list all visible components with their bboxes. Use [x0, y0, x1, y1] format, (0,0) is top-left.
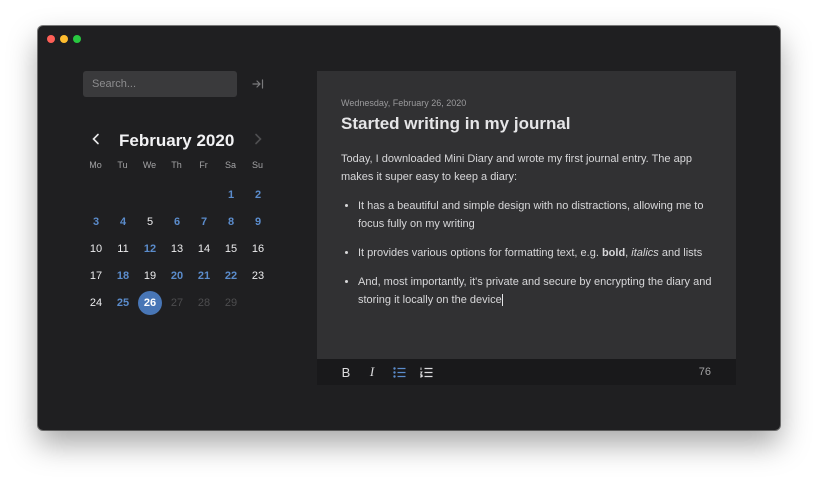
calendar-day: 29 [224, 297, 238, 309]
search-input[interactable] [83, 71, 237, 97]
calendar-day[interactable]: 12 [138, 237, 162, 261]
calendar-day[interactable]: 11 [111, 237, 135, 261]
calendar-day[interactable]: 9 [246, 210, 270, 234]
bullet-item: And, most importantly, it's private and … [358, 273, 713, 309]
calendar-day[interactable]: 1 [219, 183, 243, 207]
weekday-label: Sa [224, 160, 236, 170]
calendar-day[interactable]: 19 [138, 264, 162, 288]
window-controls [47, 35, 81, 43]
bullet-item: It has a beautiful and simple design wit… [358, 197, 713, 233]
editor-panel[interactable]: Wednesday, February 26, 2020 Started wri… [317, 71, 736, 385]
format-toolbar: B I 76 [317, 359, 736, 385]
entry-bullet-list: It has a beautiful and simple design wit… [341, 197, 713, 309]
italic-text: italics [631, 247, 659, 259]
entry-body[interactable]: Today, I downloaded Mini Diary and wrote… [341, 150, 713, 320]
bullet-text: It provides various options for formatti… [358, 247, 602, 259]
word-count: 76 [698, 366, 711, 378]
calendar-day[interactable]: 17 [84, 264, 108, 288]
close-window-button[interactable] [47, 35, 55, 43]
calendar-day: 27 [170, 297, 184, 309]
weekday-header-row: Mo Tu We Th Fr Sa Su [82, 160, 271, 170]
entry-date: Wednesday, February 26, 2020 [341, 98, 467, 108]
app-window: February 2020 MoTuWeThFrSaSu 12345678910… [38, 26, 780, 430]
text-cursor [501, 294, 503, 307]
weekday-label: Tu [117, 160, 128, 170]
calendar-day[interactable]: 18 [111, 264, 135, 288]
weekday-label: We [142, 160, 157, 170]
numbered-list-icon[interactable] [418, 364, 434, 380]
bullet-text: And, most importantly, it's private and … [358, 276, 712, 306]
calendar-day[interactable]: 5 [138, 210, 162, 234]
calendar-day[interactable]: 8 [219, 210, 243, 234]
bullet-list-icon[interactable] [391, 364, 407, 380]
weekday-label: Mo [89, 160, 102, 170]
calendar-day[interactable]: 16 [246, 237, 270, 261]
bold-button[interactable]: B [338, 364, 354, 380]
next-month-button [251, 133, 265, 148]
calendar-day[interactable]: 13 [165, 237, 189, 261]
bullet-item: It provides various options for formatti… [358, 244, 713, 262]
minimize-window-button[interactable] [60, 35, 68, 43]
calendar-day[interactable]: 20 [165, 264, 189, 288]
calendar-day[interactable]: 23 [246, 264, 270, 288]
bullet-text: and lists [658, 247, 703, 259]
collapse-sidebar-icon[interactable] [250, 75, 266, 93]
calendar-header: February 2020 [83, 128, 273, 154]
calendar-day[interactable]: 15 [219, 237, 243, 261]
entry-intro: Today, I downloaded Mini Diary and wrote… [341, 153, 692, 183]
calendar-day[interactable]: 4 [111, 210, 135, 234]
calendar-day: 28 [197, 297, 211, 309]
calendar-month-label: February 2020 [119, 131, 235, 150]
calendar-day[interactable]: 10 [84, 237, 108, 261]
italic-button[interactable]: I [364, 364, 380, 380]
calendar-day[interactable]: 21 [192, 264, 216, 288]
calendar-day[interactable]: 22 [219, 264, 243, 288]
weekday-label: Fr [199, 160, 208, 170]
calendar-day[interactable]: 7 [192, 210, 216, 234]
weekday-label: Su [251, 160, 263, 170]
calendar-day[interactable]: 25 [111, 291, 135, 315]
bold-text: bold [601, 247, 626, 259]
calendar-day[interactable]: 2 [246, 183, 270, 207]
entry-title[interactable]: Started writing in my journal [341, 114, 571, 134]
previous-month-button[interactable] [89, 133, 103, 148]
calendar-day[interactable]: 24 [84, 291, 108, 315]
calendar-day[interactable]: 14 [192, 237, 216, 261]
weekday-label: Th [171, 160, 182, 170]
calendar-day[interactable]: 3 [84, 210, 108, 234]
maximize-window-button[interactable] [73, 35, 81, 43]
calendar-day[interactable]: 6 [165, 210, 189, 234]
calendar-day[interactable]: 26 [138, 291, 162, 315]
